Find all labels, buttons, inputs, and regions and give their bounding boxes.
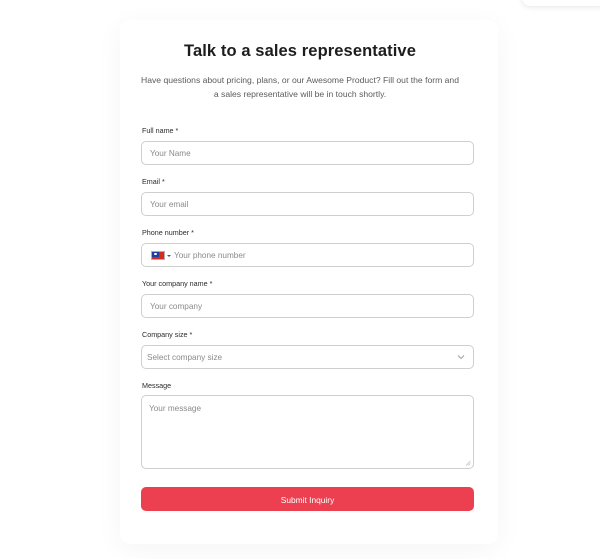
page: Talk to a sales representative Have ques… <box>0 0 600 559</box>
country-selector[interactable] <box>151 251 171 260</box>
floating-card <box>522 0 600 6</box>
page-subtitle: Have questions about pricing, plans, or … <box>141 75 459 99</box>
phone-label: Phone number * <box>142 228 194 237</box>
taiwan-flag-icon <box>151 251 165 260</box>
email-placeholder: Your email <box>150 200 189 209</box>
company-name-input[interactable]: Your company <box>141 294 474 318</box>
company-name-placeholder: Your company <box>150 302 203 311</box>
company-size-label: Company size * <box>142 330 193 339</box>
email-label: Email * <box>142 177 165 186</box>
resize-grip-icon[interactable] <box>465 460 471 466</box>
message-label: Message <box>142 381 172 390</box>
message-placeholder: Your message <box>149 404 202 413</box>
caret-down-icon <box>167 254 171 257</box>
email-input[interactable]: Your email <box>141 192 474 216</box>
company-size-select[interactable]: Select company size <box>141 345 474 369</box>
company-name-label: Your company name * <box>142 279 213 288</box>
full-name-placeholder: Your Name <box>150 149 191 158</box>
full-name-label: Full name * <box>142 126 179 135</box>
phone-input[interactable]: Your phone number <box>141 243 474 267</box>
company-size-selected: Select company size <box>147 353 223 362</box>
message-textarea[interactable]: Your message <box>141 395 474 469</box>
full-name-input[interactable]: Your Name <box>141 141 474 165</box>
chevron-down-icon <box>457 355 465 360</box>
page-title: Talk to a sales representative <box>184 42 416 60</box>
submit-inquiry-button[interactable]: Submit Inquiry <box>141 487 474 511</box>
phone-placeholder: Your phone number <box>174 251 246 260</box>
